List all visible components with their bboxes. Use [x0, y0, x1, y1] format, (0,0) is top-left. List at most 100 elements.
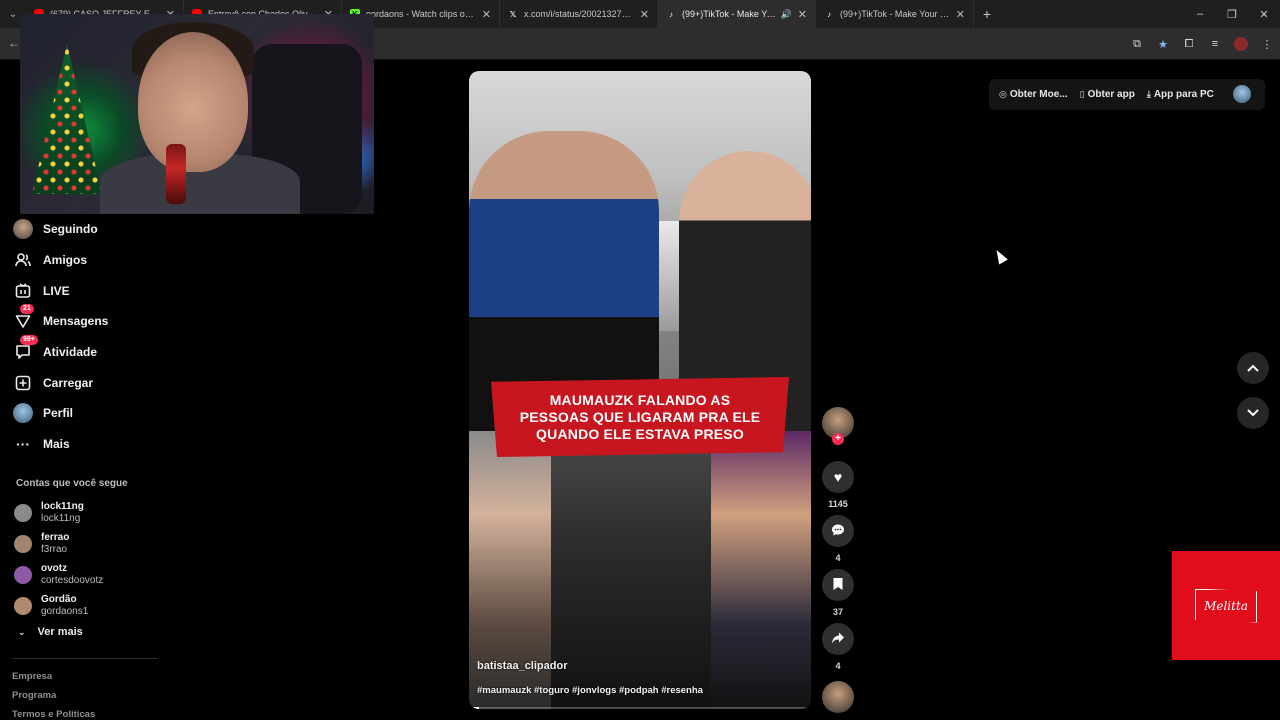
like-count: 1145	[828, 499, 848, 509]
sidebar-item-label: Carregar	[43, 375, 94, 390]
account-avatar	[14, 534, 32, 553]
mouse-cursor-icon	[992, 247, 1008, 265]
tiktok-icon: ♪	[827, 9, 831, 19]
bottom-right-photo	[711, 431, 811, 709]
cast-icon[interactable]: ⧉	[1130, 34, 1144, 54]
see-more-label: Ver mais	[37, 626, 83, 638]
melitta-ad[interactable]: Melitta	[1172, 551, 1280, 660]
following-account-item[interactable]: lock11ng lock11ng	[14, 497, 164, 528]
browser-menu-icon[interactable]: ⋮	[1260, 34, 1274, 54]
tab-close-icon[interactable]: ✕	[956, 8, 965, 21]
sidebar-item-seguindo[interactable]: Seguindo	[12, 214, 162, 245]
get-app-button[interactable]: ▯ Obter app	[1080, 89, 1135, 100]
chevron-down-icon: ⌄	[18, 626, 26, 637]
account-username: cortesdoovotz	[41, 574, 104, 586]
phone-icon: ▯	[1079, 89, 1085, 99]
creator-avatar[interactable]: +	[822, 407, 854, 445]
media-control-icon[interactable]: ≡	[1208, 34, 1222, 54]
video-top-scene	[469, 71, 811, 441]
video-progress-bar[interactable]	[469, 707, 811, 709]
extensions-icon[interactable]: ⧠	[1182, 34, 1196, 54]
x-icon: 𝕏	[509, 9, 517, 19]
browser-tab[interactable]: ♪ (99+)TikTok - Make Your Day ✕	[816, 0, 974, 28]
messages-badge: 21	[20, 304, 34, 315]
new-tab-button[interactable]: +	[974, 6, 1000, 22]
streamer-face-image	[138, 32, 248, 172]
save-button[interactable]	[822, 569, 854, 601]
following-account-item[interactable]: ovotz cortesdoovotz	[14, 559, 164, 590]
follow-plus-icon[interactable]: +	[832, 433, 844, 445]
see-more-button[interactable]: ⌄ Ver mais	[18, 626, 83, 638]
account-name: ferrao	[41, 531, 70, 543]
following-account-item[interactable]: Gordão gordaons1	[14, 590, 164, 621]
next-video-button[interactable]	[1237, 397, 1269, 429]
sidebar-nav: Seguindo Amigos LIVE 21 Mensagens 99+ At…	[12, 214, 162, 460]
tab-audio-icon[interactable]: 🔊	[781, 9, 792, 20]
user-avatar[interactable]	[1233, 85, 1251, 103]
previous-video-button[interactable]	[1237, 352, 1269, 384]
sidebar-item-perfil[interactable]: Perfil	[12, 398, 162, 429]
tab-close-icon[interactable]: ✕	[640, 8, 649, 21]
toolbar-icons: ⧉ ★ ⧠ ≡ ⋮	[1130, 34, 1274, 54]
action-rail: + ♥ 1145 4 37 4	[822, 407, 854, 713]
video-progress-fill	[469, 707, 480, 709]
bottom-center-photo	[551, 453, 711, 709]
close-window-icon[interactable]: ✕	[1248, 0, 1280, 28]
pc-app-label: App para PC	[1153, 89, 1214, 100]
sidebar-item-carregar[interactable]: Carregar	[12, 367, 162, 398]
more-icon: ···	[16, 436, 30, 453]
video-player[interactable]: MAUMAUZK FALANDO AS PESSOAS QUE LIGARAM …	[469, 71, 811, 709]
friends-icon	[12, 249, 34, 271]
browser-tab[interactable]: ♪ (99+)TikTok - Make Your Da 🔊 ✕	[658, 0, 816, 28]
tab-close-icon[interactable]: ✕	[798, 8, 807, 21]
tab-close-icon[interactable]: ✕	[482, 8, 491, 21]
video-author[interactable]: batistaa_clipador	[477, 660, 567, 672]
account-name: Gordão	[41, 593, 77, 605]
bookmark-star-icon[interactable]: ★	[1156, 34, 1170, 54]
video-title-banner: MAUMAUZK FALANDO AS PESSOAS QUE LIGARAM …	[491, 377, 789, 457]
following-account-item[interactable]: ferrao f3rrao	[14, 528, 164, 559]
profile-avatar[interactable]	[1234, 37, 1248, 51]
messages-icon: 21	[12, 304, 34, 332]
video-hashtags[interactable]: #maumauzk #toguro #jonvlogs #podpah #res…	[477, 685, 703, 696]
footer-link-termos[interactable]: Termos e Políticas	[12, 709, 95, 720]
sidebar-item-live[interactable]: LIVE	[12, 275, 162, 306]
account-avatar	[14, 503, 32, 522]
music-disc-avatar[interactable]	[822, 681, 854, 713]
comment-button[interactable]	[822, 515, 854, 547]
account-avatar	[14, 596, 32, 615]
bookmark-icon	[832, 577, 844, 594]
chevron-down-icon	[1247, 406, 1259, 420]
sidebar-item-mais[interactable]: ··· Mais	[12, 429, 162, 460]
download-icon: ⤓	[1146, 89, 1151, 99]
minimize-icon[interactable]: –	[1184, 0, 1216, 28]
get-coins-label: Obter Moe...	[1009, 89, 1068, 100]
banner-line: MAUMAUZK FALANDO AS	[549, 391, 731, 408]
webcam-overlay	[20, 14, 374, 214]
sidebar-item-atividade[interactable]: 99+ Atividade	[12, 335, 162, 368]
chevron-up-icon	[1247, 361, 1259, 375]
share-count: 4	[835, 661, 841, 671]
heart-icon: ♥	[833, 469, 843, 485]
tab-title: (99+)TikTok - Make Your Da	[682, 9, 777, 19]
restore-icon[interactable]: ❐	[1216, 0, 1248, 28]
footer-link-empresa[interactable]: Empresa	[12, 671, 95, 690]
sidebar-item-label: Atividade	[43, 345, 98, 360]
melitta-logo: Melitta	[1195, 588, 1257, 623]
account-username: lock11ng	[41, 512, 81, 524]
browser-tab[interactable]: 𝕏x.com/i/status/2002132780097 ✕	[500, 0, 658, 28]
sidebar-item-mensagens[interactable]: 21 Mensagens	[12, 304, 162, 337]
like-button[interactable]: ♥	[822, 461, 854, 493]
share-button[interactable]	[822, 623, 854, 655]
sidebar-item-amigos[interactable]: Amigos	[12, 245, 162, 276]
pc-app-button[interactable]: ⤓ App para PC	[1147, 89, 1214, 100]
footer-link-programa[interactable]: Programa	[12, 690, 95, 709]
tab-title: gordaons - Watch clips on Kick	[366, 9, 476, 19]
sidebar-item-label: Perfil	[43, 406, 74, 421]
upload-icon	[12, 372, 34, 394]
account-name: ovotz	[41, 562, 68, 574]
sidebar-item-label: Mensagens	[43, 314, 109, 329]
get-coins-button[interactable]: ◎ Obter Moe...	[999, 89, 1068, 100]
back-icon[interactable]: ←	[8, 36, 20, 50]
comment-count: 4	[835, 553, 841, 563]
